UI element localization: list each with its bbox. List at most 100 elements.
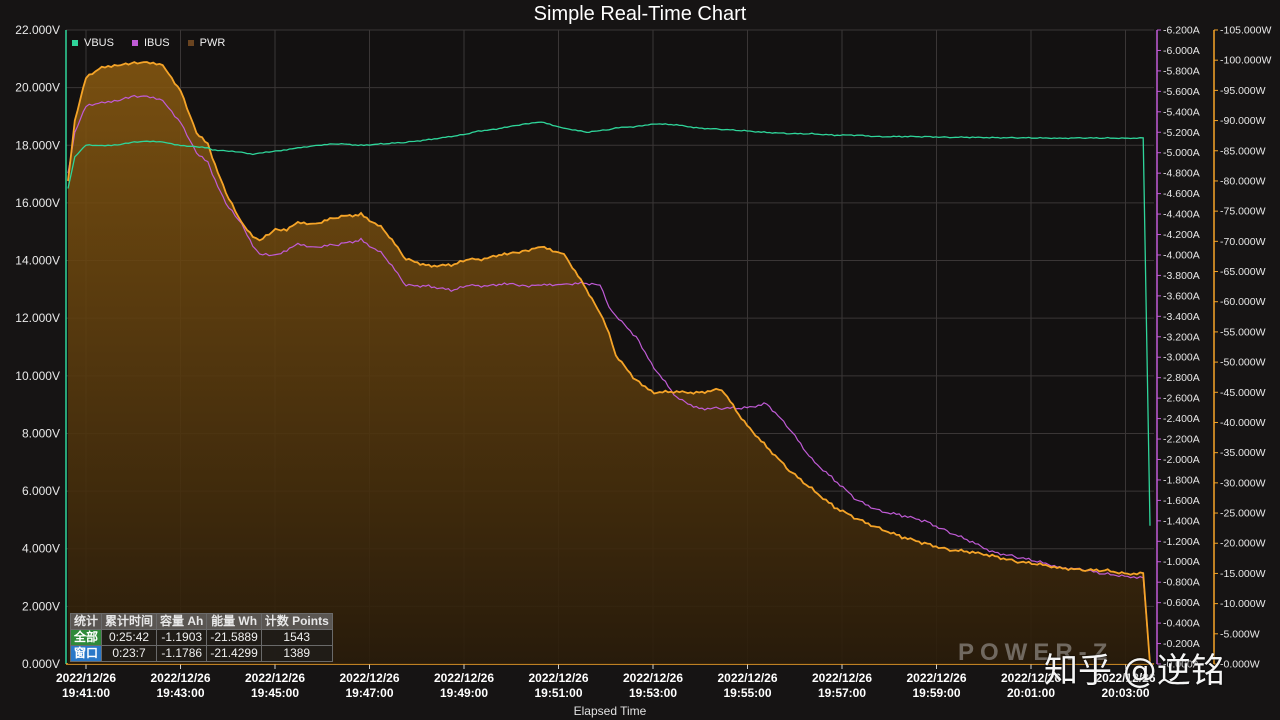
y-tick-label-right: -70.000W: [1220, 236, 1266, 248]
stats-row-label: 窗口: [69, 645, 103, 662]
x-tick-label-time: 19:59:00: [912, 686, 960, 700]
stats-row-label: 全部: [69, 629, 103, 646]
y-tick-label-mid: -1.800A: [1163, 474, 1200, 486]
y-tick-label-mid: -0.400A: [1163, 618, 1200, 630]
stats-header: 能量 Wh: [206, 613, 262, 630]
legend-item-ibus[interactable]: IBUS: [131, 37, 170, 49]
x-axis-label: Elapsed Time: [573, 704, 647, 718]
stats-cell: -1.1786: [156, 645, 208, 662]
y-tick-label-left: 14.000V: [15, 254, 60, 268]
y-tick-label-mid: -2.600A: [1163, 393, 1200, 405]
y-tick-label-mid: -3.400A: [1163, 311, 1200, 323]
stats-cell: 0:23:7: [101, 645, 158, 662]
y-tick-label-right: -20.000W: [1220, 538, 1266, 550]
y-tick-label-right: -90.000W: [1220, 115, 1266, 127]
legend-swatch-vbus: [72, 40, 78, 46]
stats-header: 统计: [69, 613, 103, 630]
legend: VBUS IBUS PWR: [72, 37, 225, 49]
y-tick-label-mid: -3.200A: [1163, 331, 1200, 343]
y-tick-label-right: -15.000W: [1220, 568, 1266, 580]
y-tick-label-mid: -5.200A: [1163, 127, 1200, 139]
y-tick-label-mid: -0.800A: [1163, 577, 1200, 589]
y-tick-label-left: 18.000V: [15, 138, 60, 152]
stats-cell: 1389: [260, 645, 333, 662]
y-tick-label-left: 12.000V: [15, 311, 60, 325]
y-tick-label-mid: -2.400A: [1163, 413, 1200, 425]
y-tick-label-right: -65.000W: [1220, 266, 1266, 278]
y-tick-label-mid: -0.600A: [1163, 597, 1200, 609]
stats-cell: 1543: [260, 629, 333, 646]
x-tick-label-time: 19:43:00: [156, 686, 204, 700]
stats-row-all: 全部 0:25:42 -1.1903 -21.5889 1543: [69, 629, 333, 646]
stats-table: 统计 累计时间 容量 Ah 能量 Wh 计数 Points 全部 0:25:42…: [69, 613, 333, 662]
y-tick-label-right: -45.000W: [1220, 387, 1266, 399]
y-tick-label-right: -40.000W: [1220, 417, 1266, 429]
y-tick-label-mid: -2.800A: [1163, 372, 1200, 384]
y-tick-label-left: 8.000V: [22, 426, 60, 440]
y-tick-label-left: 6.000V: [22, 484, 60, 498]
y-tick-label-right: -105.000W: [1220, 25, 1271, 37]
x-tick-label-time: 19:47:00: [345, 686, 393, 700]
y-tick-label-mid: -2.000A: [1163, 454, 1200, 466]
y-tick-label-mid: -5.600A: [1163, 86, 1200, 98]
y-tick-label-right: -75.000W: [1220, 206, 1266, 218]
x-tick-label-time: 19:45:00: [251, 686, 299, 700]
legend-swatch-pwr: [187, 40, 194, 46]
legend-item-pwr[interactable]: PWR: [187, 37, 226, 49]
stats-cell: -21.4299: [206, 645, 262, 662]
stats-cell: -21.5889: [206, 629, 262, 646]
x-tick-label-time: 19:51:00: [534, 686, 582, 700]
y-tick-label-left: 10.000V: [15, 369, 60, 383]
legend-item-vbus[interactable]: VBUS: [72, 37, 114, 49]
stats-cell: 0:25:42: [101, 629, 158, 646]
x-tick-label-date: 2022/12/26: [56, 671, 116, 685]
y-tick-label-mid: -4.400A: [1163, 209, 1200, 221]
y-tick-label-mid: -3.600A: [1163, 290, 1200, 302]
stats-cell: -1.1903: [156, 629, 208, 646]
y-tick-label-mid: -3.000A: [1163, 352, 1200, 364]
y-tick-label-mid: -4.600A: [1163, 188, 1200, 200]
stats-header: 累计时间: [101, 613, 158, 630]
y-tick-label-right: -5.000W: [1220, 628, 1260, 640]
y-tick-label-left: 20.000V: [15, 81, 60, 95]
y-tick-label-right: -55.000W: [1220, 326, 1266, 338]
stats-header: 容量 Ah: [156, 613, 208, 630]
x-tick-label-date: 2022/12/26: [528, 671, 588, 685]
y-tick-label-mid: -1.000A: [1163, 556, 1200, 568]
x-tick-label-date: 2022/12/26: [906, 671, 966, 685]
y-tick-label-mid: -1.600A: [1163, 495, 1200, 507]
y-tick-label-left: 16.000V: [15, 196, 60, 210]
y-tick-label-right: -35.000W: [1220, 447, 1266, 459]
stats-header: 计数 Points: [260, 613, 333, 630]
y-tick-label-right: -100.000W: [1220, 55, 1271, 67]
y-tick-label-mid: -4.800A: [1163, 168, 1200, 180]
y-tick-label-mid: -5.400A: [1163, 106, 1200, 118]
x-tick-label-time: 19:49:00: [440, 686, 488, 700]
y-tick-label-right: -25.000W: [1220, 508, 1266, 520]
y-tick-label-mid: -6.200A: [1163, 25, 1200, 37]
y-tick-label-right: -50.000W: [1220, 357, 1266, 369]
x-tick-label-date: 2022/12/26: [717, 671, 777, 685]
y-tick-label-left: 4.000V: [22, 542, 60, 556]
y-tick-label-mid: -4.000A: [1163, 249, 1200, 261]
x-tick-label-date: 2022/12/26: [434, 671, 494, 685]
y-tick-label-right: -30.000W: [1220, 477, 1266, 489]
y-tick-label-mid: -1.400A: [1163, 515, 1200, 527]
legend-swatch-ibus: [131, 40, 138, 46]
x-tick-label-date: 2022/12/26: [339, 671, 399, 685]
y-tick-label-right: -0.000W: [1220, 659, 1260, 671]
x-tick-label-time: 19:53:00: [629, 686, 677, 700]
y-tick-label-right: -80.000W: [1220, 175, 1266, 187]
x-tick-label-date: 2022/12/26: [812, 671, 872, 685]
y-tick-label-mid: -2.200A: [1163, 434, 1200, 446]
y-tick-label-mid: -5.800A: [1163, 65, 1200, 77]
x-tick-label-time: 19:41:00: [62, 686, 110, 700]
stats-header-row: 统计 累计时间 容量 Ah 能量 Wh 计数 Points: [69, 613, 333, 630]
y-tick-label-left: 0.000V: [22, 657, 60, 671]
x-tick-label-time: 19:57:00: [818, 686, 866, 700]
legend-label-pwr: PWR: [199, 37, 226, 49]
y-tick-label-right: -10.000W: [1220, 598, 1266, 610]
y-tick-label-right: -95.000W: [1220, 85, 1266, 97]
legend-label-vbus: VBUS: [84, 37, 114, 49]
y-tick-label-mid: -5.000A: [1163, 147, 1200, 159]
